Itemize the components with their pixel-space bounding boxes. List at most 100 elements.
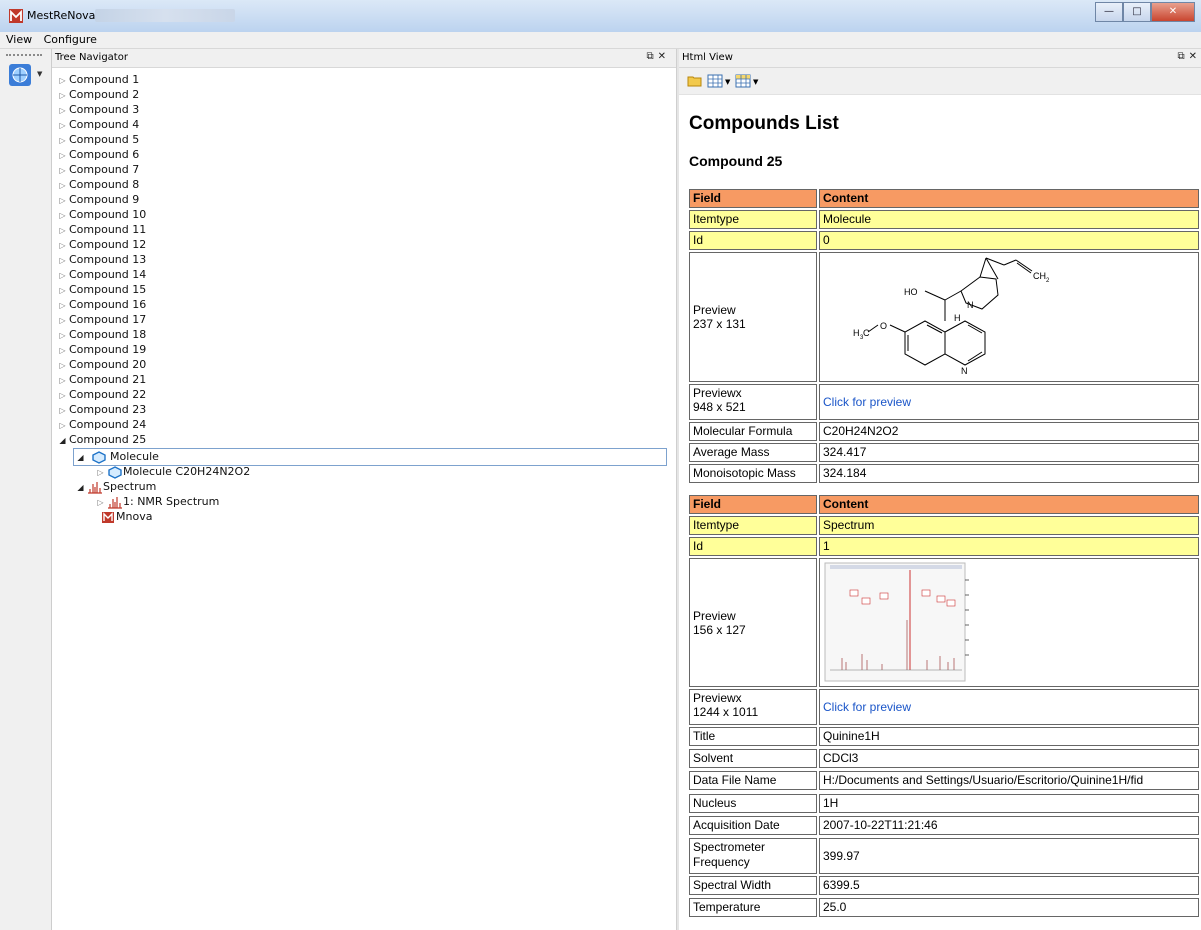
expand-arrow-icon[interactable]: ▷ (56, 343, 69, 358)
close-button[interactable]: ✕ (1151, 2, 1195, 22)
tree-item-compound[interactable]: ▷ Compound 9 (56, 192, 139, 207)
expand-arrow-icon[interactable]: ▷ (56, 148, 69, 163)
table-row: Preview 237 x 131 HO N H CH 2 H 3 C O N (689, 252, 1199, 382)
minimize-button[interactable]: — (1095, 2, 1123, 22)
tree-item-compound[interactable]: ▷ Compound 11 (56, 222, 146, 237)
collapse-arrow-icon[interactable]: ◢ (56, 433, 69, 448)
click-for-preview-link[interactable]: Click for preview (823, 700, 911, 714)
table-row: Data File Name H:/Documents and Settings… (689, 771, 1199, 790)
tree-item-compound[interactable]: ▷ Compound 18 (56, 327, 146, 342)
menu-view[interactable]: View (2, 32, 36, 46)
tree-item-compound[interactable]: ▷ Compound 14 (56, 267, 146, 282)
expand-arrow-icon[interactable]: ▷ (56, 418, 69, 433)
field-cell: Preview 237 x 131 (689, 252, 817, 382)
table-columns-icon[interactable] (735, 73, 751, 89)
content-cell: 399.97 (819, 838, 1199, 874)
expand-arrow-icon[interactable]: ▷ (56, 373, 69, 388)
expand-arrow-icon[interactable]: ▷ (56, 88, 69, 103)
table-row: Preview 156 x 127 (689, 558, 1199, 687)
table-row: Solvent CDCl3 (689, 749, 1199, 768)
table-row: Average Mass 324.417 (689, 443, 1199, 462)
tree-item-compound[interactable]: ▷ Compound 21 (56, 372, 146, 387)
expand-arrow-icon[interactable]: ▷ (94, 465, 107, 480)
expand-arrow-icon[interactable]: ▷ (56, 268, 69, 283)
expand-arrow-icon[interactable]: ▷ (56, 163, 69, 178)
expand-arrow-icon[interactable]: ▷ (56, 208, 69, 223)
expand-arrow-icon[interactable]: ▷ (56, 73, 69, 88)
dropdown-arrow-icon[interactable]: ▼ (725, 78, 730, 94)
expand-arrow-icon[interactable]: ▷ (56, 313, 69, 328)
field-cell: Data File Name (689, 771, 817, 790)
tree-item-compound[interactable]: ▷ Compound 17 (56, 312, 146, 327)
table-row: Itemtype Molecule (689, 210, 1199, 229)
click-for-preview-link[interactable]: Click for preview (823, 395, 911, 409)
tree-item-spectrum-child[interactable]: ▷ 1: NMR Spectrum (94, 494, 219, 509)
menu-configure[interactable]: Configure (40, 32, 101, 46)
molecule-structure-image: HO N H CH 2 H 3 C O N (853, 257, 1050, 376)
expand-arrow-icon[interactable]: ▷ (56, 238, 69, 253)
atom-label-n: N (967, 300, 974, 310)
previewx-size: 948 x 521 (693, 400, 746, 414)
close-icon[interactable]: ✕ (658, 51, 670, 62)
tree-item-compound[interactable]: ▷ Compound 22 (56, 387, 146, 402)
expand-arrow-icon[interactable]: ▷ (56, 193, 69, 208)
expand-arrow-icon[interactable]: ▷ (56, 253, 69, 268)
close-icon[interactable]: ✕ (1189, 51, 1201, 62)
preview-size: 156 x 127 (693, 622, 746, 637)
tree-item-compound[interactable]: ▷ Compound 19 (56, 342, 146, 357)
tree-item-compound[interactable]: ▷ Compound 10 (56, 207, 146, 222)
tree-item-compound[interactable]: ▷ Compound 13 (56, 252, 146, 267)
preview-label: Preview (693, 303, 736, 317)
dropdown-arrow-icon[interactable]: ▼ (37, 70, 42, 78)
tree-item-compound[interactable]: ▷ Compound 12 (56, 237, 146, 252)
expand-arrow-icon[interactable]: ▷ (56, 358, 69, 373)
tree-item-compound[interactable]: ▷ Compound 15 (56, 282, 146, 297)
float-icon[interactable]: ⧉ (646, 51, 657, 62)
tree-item-compound[interactable]: ▷ Compound 5 (56, 132, 139, 147)
open-folder-icon[interactable] (687, 73, 703, 89)
tree-item-compound[interactable]: ▷ Compound 3 (56, 102, 139, 117)
tree-item-compound[interactable]: ▷ Compound 6 (56, 147, 139, 162)
atom-label-h3c-h: H (853, 328, 860, 338)
expand-arrow-icon[interactable]: ▷ (56, 178, 69, 193)
tree-item-compound[interactable]: ▷ Compound 7 (56, 162, 139, 177)
collapse-arrow-icon[interactable]: ◢ (74, 480, 87, 495)
tree-item-compound[interactable]: ▷ Compound 20 (56, 357, 146, 372)
expand-arrow-icon[interactable]: ▷ (56, 403, 69, 418)
tree-item-molecule-child[interactable]: ▷ Molecule C20H24N2O2 (94, 464, 250, 479)
table-row: Spectrometer Frequency 399.97 (689, 838, 1199, 874)
toolbar-grip[interactable] (6, 54, 42, 56)
expand-arrow-icon[interactable]: ▷ (56, 328, 69, 343)
expand-arrow-icon[interactable]: ▷ (56, 298, 69, 313)
expand-arrow-icon[interactable]: ▷ (56, 133, 69, 148)
tree-item-spectrum[interactable]: ◢ Spectrum (74, 479, 156, 494)
expand-arrow-icon[interactable]: ▷ (56, 103, 69, 118)
tree-item-compound[interactable]: ▷ Compound 8 (56, 177, 139, 192)
collapse-arrow-icon[interactable]: ◢ (74, 450, 87, 465)
tree-item-mnova[interactable]: Mnova (87, 509, 152, 524)
content-cell: 0 (819, 231, 1199, 250)
content-cell: Molecule (819, 210, 1199, 229)
expand-arrow-icon[interactable]: ▷ (56, 388, 69, 403)
tree-item-molecule[interactable]: ◢ Molecule (73, 448, 676, 466)
expand-arrow-icon[interactable]: ▷ (56, 283, 69, 298)
table-icon[interactable] (707, 73, 723, 89)
float-icon[interactable]: ⧉ (1177, 51, 1188, 62)
field-cell: Previewx 948 x 521 (689, 384, 817, 420)
tree-item-compound[interactable]: ▷ Compound 24 (56, 417, 146, 432)
tree-item-compound[interactable]: ▷ Compound 23 (56, 402, 146, 417)
tree-item-compound-expanded[interactable]: ◢ Compound 25 (56, 432, 146, 447)
tree-item-compound[interactable]: ▷ Compound 2 (56, 87, 139, 102)
tree-item-compound[interactable]: ▷ Compound 1 (56, 72, 139, 87)
tree-item-compound[interactable]: ▷ Compound 4 (56, 117, 139, 132)
content-cell: 25.0 (819, 898, 1199, 917)
tree-item-label: Compound 11 (69, 223, 147, 236)
dropdown-arrow-icon[interactable]: ▼ (753, 78, 758, 94)
expand-arrow-icon[interactable]: ▷ (56, 118, 69, 133)
maximize-button[interactable]: □ (1123, 2, 1151, 22)
tree-item-compound[interactable]: ▷ Compound 16 (56, 297, 146, 312)
expand-arrow-icon[interactable]: ▷ (94, 495, 107, 510)
field-cell: Preview 156 x 127 (689, 558, 817, 687)
expand-arrow-icon[interactable]: ▷ (56, 223, 69, 238)
mnova-globe-icon[interactable] (9, 64, 31, 86)
